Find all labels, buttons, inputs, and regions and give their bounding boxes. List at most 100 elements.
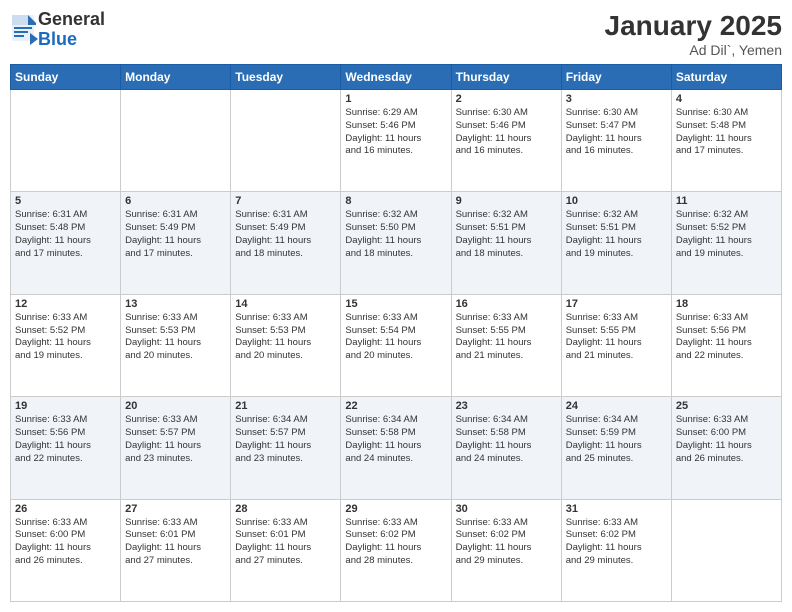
day-number: 10	[566, 195, 667, 207]
calendar-subtitle: Ad Dil`, Yemen	[605, 42, 782, 58]
calendar-cell: 10 Sunrise: 6:32 AM Sunset: 5:51 PM Dayli…	[561, 192, 671, 294]
logo-icon	[10, 13, 38, 47]
day-info: Sunrise: 6:33 AM Sunset: 5:53 PM Dayligh…	[125, 312, 226, 363]
calendar-cell: 4 Sunrise: 6:30 AM Sunset: 5:48 PM Daylig…	[671, 90, 781, 192]
weekday-header-wednesday: Wednesday	[341, 65, 451, 90]
day-number: 30	[456, 503, 557, 515]
day-number: 15	[345, 298, 446, 310]
day-number: 26	[15, 503, 116, 515]
calendar-cell: 25 Sunrise: 6:33 AM Sunset: 6:00 PM Dayli…	[671, 397, 781, 499]
day-number: 12	[15, 298, 116, 310]
day-number: 11	[676, 195, 777, 207]
day-info: Sunrise: 6:33 AM Sunset: 5:54 PM Dayligh…	[345, 312, 446, 363]
logo: General Blue	[10, 10, 105, 50]
day-number: 25	[676, 400, 777, 412]
day-number: 22	[345, 400, 446, 412]
day-info: Sunrise: 6:30 AM Sunset: 5:48 PM Dayligh…	[676, 107, 777, 158]
header: General Blue January 2025 Ad Dil`, Yemen	[10, 10, 782, 58]
calendar-cell: 3 Sunrise: 6:30 AM Sunset: 5:47 PM Daylig…	[561, 90, 671, 192]
day-number: 23	[456, 400, 557, 412]
weekday-header-sunday: Sunday	[11, 65, 121, 90]
day-number: 14	[235, 298, 336, 310]
day-number: 9	[456, 195, 557, 207]
day-number: 4	[676, 93, 777, 105]
calendar-cell: 16 Sunrise: 6:33 AM Sunset: 5:55 PM Dayli…	[451, 294, 561, 396]
day-number: 21	[235, 400, 336, 412]
day-number: 8	[345, 195, 446, 207]
weekday-header-monday: Monday	[121, 65, 231, 90]
day-info: Sunrise: 6:32 AM Sunset: 5:52 PM Dayligh…	[676, 209, 777, 260]
calendar-cell: 8 Sunrise: 6:32 AM Sunset: 5:50 PM Daylig…	[341, 192, 451, 294]
day-number: 13	[125, 298, 226, 310]
calendar-cell	[121, 90, 231, 192]
calendar-cell	[671, 499, 781, 601]
title-area: January 2025 Ad Dil`, Yemen	[605, 10, 782, 58]
calendar-table: SundayMondayTuesdayWednesdayThursdayFrid…	[10, 64, 782, 602]
day-number: 31	[566, 503, 667, 515]
day-info: Sunrise: 6:32 AM Sunset: 5:51 PM Dayligh…	[566, 209, 667, 260]
weekday-header-tuesday: Tuesday	[231, 65, 341, 90]
calendar-cell: 23 Sunrise: 6:34 AM Sunset: 5:58 PM Dayli…	[451, 397, 561, 499]
calendar-cell: 31 Sunrise: 6:33 AM Sunset: 6:02 PM Dayli…	[561, 499, 671, 601]
calendar-title: January 2025	[605, 10, 782, 42]
day-number: 20	[125, 400, 226, 412]
calendar-cell: 20Sunrise: 6:33 AM Sunset: 5:57 PM Dayli…	[121, 397, 231, 499]
calendar-cell: 30 Sunrise: 6:33 AM Sunset: 6:02 PM Dayli…	[451, 499, 561, 601]
day-info: Sunrise: 6:29 AM Sunset: 5:46 PM Dayligh…	[345, 107, 446, 158]
page: General Blue January 2025 Ad Dil`, Yemen…	[0, 0, 792, 612]
day-info: Sunrise: 6:31 AM Sunset: 5:48 PM Dayligh…	[15, 209, 116, 260]
day-number: 19	[15, 400, 116, 412]
day-info: Sunrise: 6:33 AM Sunset: 6:02 PM Dayligh…	[566, 517, 667, 568]
day-number: 3	[566, 93, 667, 105]
calendar-cell: 14Sunrise: 6:33 AM Sunset: 5:53 PM Dayli…	[231, 294, 341, 396]
day-info: Sunrise: 6:30 AM Sunset: 5:47 PM Dayligh…	[566, 107, 667, 158]
day-number: 16	[456, 298, 557, 310]
day-number: 29	[345, 503, 446, 515]
day-info: Sunrise: 6:34 AM Sunset: 5:57 PM Dayligh…	[235, 414, 336, 465]
calendar-cell: 19Sunrise: 6:33 AM Sunset: 5:56 PM Dayli…	[11, 397, 121, 499]
calendar-cell: 9 Sunrise: 6:32 AM Sunset: 5:51 PM Daylig…	[451, 192, 561, 294]
calendar-cell: 7 Sunrise: 6:31 AM Sunset: 5:49 PM Daylig…	[231, 192, 341, 294]
calendar-week-2: 5Sunrise: 6:31 AM Sunset: 5:48 PM Daylig…	[11, 192, 782, 294]
day-info: Sunrise: 6:31 AM Sunset: 5:49 PM Dayligh…	[235, 209, 336, 260]
day-number: 6	[125, 195, 226, 207]
day-number: 2	[456, 93, 557, 105]
day-info: Sunrise: 6:33 AM Sunset: 5:56 PM Dayligh…	[676, 312, 777, 363]
day-info: Sunrise: 6:33 AM Sunset: 5:55 PM Dayligh…	[456, 312, 557, 363]
weekday-header-row: SundayMondayTuesdayWednesdayThursdayFrid…	[11, 65, 782, 90]
day-info: Sunrise: 6:33 AM Sunset: 6:00 PM Dayligh…	[15, 517, 116, 568]
day-number: 17	[566, 298, 667, 310]
day-info: Sunrise: 6:32 AM Sunset: 5:51 PM Dayligh…	[456, 209, 557, 260]
weekday-header-saturday: Saturday	[671, 65, 781, 90]
calendar-cell: 2 Sunrise: 6:30 AM Sunset: 5:46 PM Daylig…	[451, 90, 561, 192]
calendar-cell: 5Sunrise: 6:31 AM Sunset: 5:48 PM Daylig…	[11, 192, 121, 294]
day-number: 27	[125, 503, 226, 515]
calendar-cell: 17Sunrise: 6:33 AM Sunset: 5:55 PM Dayli…	[561, 294, 671, 396]
day-info: Sunrise: 6:33 AM Sunset: 5:52 PM Dayligh…	[15, 312, 116, 363]
logo-text: General Blue	[38, 10, 105, 50]
weekday-header-thursday: Thursday	[451, 65, 561, 90]
calendar-cell: 13 Sunrise: 6:33 AM Sunset: 5:53 PM Dayli…	[121, 294, 231, 396]
calendar-cell: 26 Sunrise: 6:33 AM Sunset: 6:00 PM Dayli…	[11, 499, 121, 601]
day-info: Sunrise: 6:33 AM Sunset: 6:02 PM Dayligh…	[456, 517, 557, 568]
calendar-cell: 6 Sunrise: 6:31 AM Sunset: 5:49 PM Daylig…	[121, 192, 231, 294]
day-number: 7	[235, 195, 336, 207]
day-info: Sunrise: 6:33 AM Sunset: 6:00 PM Dayligh…	[676, 414, 777, 465]
calendar-cell: 22 Sunrise: 6:34 AM Sunset: 5:58 PM Dayli…	[341, 397, 451, 499]
calendar-cell: 1Sunrise: 6:29 AM Sunset: 5:46 PM Daylig…	[341, 90, 451, 192]
calendar-week-4: 19Sunrise: 6:33 AM Sunset: 5:56 PM Dayli…	[11, 397, 782, 499]
calendar-cell: 21 Sunrise: 6:34 AM Sunset: 5:57 PM Dayli…	[231, 397, 341, 499]
day-info: Sunrise: 6:34 AM Sunset: 5:59 PM Dayligh…	[566, 414, 667, 465]
day-info: Sunrise: 6:30 AM Sunset: 5:46 PM Dayligh…	[456, 107, 557, 158]
day-info: Sunrise: 6:34 AM Sunset: 5:58 PM Dayligh…	[345, 414, 446, 465]
day-number: 24	[566, 400, 667, 412]
weekday-header-friday: Friday	[561, 65, 671, 90]
day-number: 18	[676, 298, 777, 310]
day-info: Sunrise: 6:32 AM Sunset: 5:50 PM Dayligh…	[345, 209, 446, 260]
day-info: Sunrise: 6:31 AM Sunset: 5:49 PM Dayligh…	[125, 209, 226, 260]
calendar-cell: 18 Sunrise: 6:33 AM Sunset: 5:56 PM Dayli…	[671, 294, 781, 396]
day-info: Sunrise: 6:33 AM Sunset: 6:01 PM Dayligh…	[125, 517, 226, 568]
day-info: Sunrise: 6:33 AM Sunset: 6:01 PM Dayligh…	[235, 517, 336, 568]
day-info: Sunrise: 6:33 AM Sunset: 6:02 PM Dayligh…	[345, 517, 446, 568]
day-info: Sunrise: 6:34 AM Sunset: 5:58 PM Dayligh…	[456, 414, 557, 465]
